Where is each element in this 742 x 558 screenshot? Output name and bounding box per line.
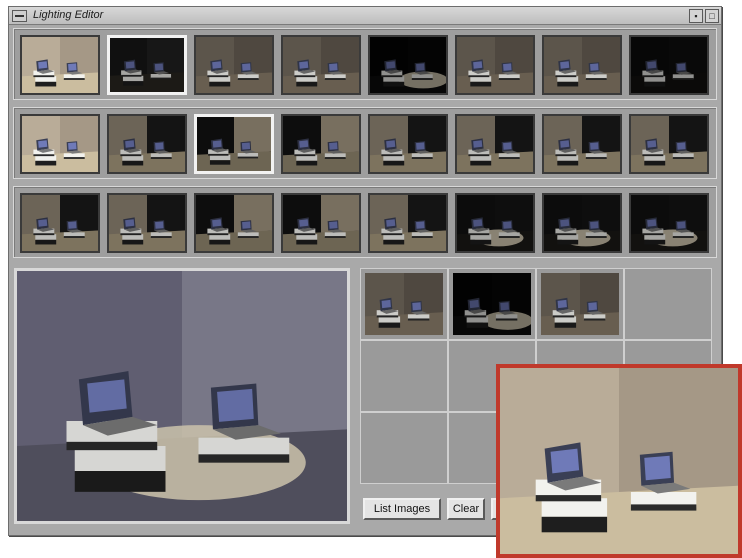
lighting-thumbnail[interactable] <box>20 35 100 95</box>
lighting-thumbnail[interactable] <box>542 193 622 253</box>
window-title: Lighting Editor <box>33 9 104 21</box>
lighting-thumbnail[interactable] <box>281 114 361 174</box>
lighting-thumbnail[interactable] <box>542 35 622 95</box>
lighting-thumbnail[interactable] <box>629 35 709 95</box>
list-images-button[interactable]: List Images <box>363 498 441 520</box>
main-preview-image <box>14 268 350 524</box>
lighting-thumbnail[interactable] <box>455 193 535 253</box>
clear-button[interactable]: Clear <box>447 498 485 520</box>
palette-image[interactable] <box>448 268 536 340</box>
palette-empty-slot[interactable] <box>624 268 712 340</box>
lighting-thumbnail[interactable] <box>107 193 187 253</box>
lighting-thumbnail[interactable] <box>368 35 448 95</box>
lighting-thumbnail[interactable] <box>455 35 535 95</box>
lighting-thumbnail[interactable] <box>368 193 448 253</box>
lighting-thumbnail[interactable] <box>194 114 274 174</box>
lighting-thumbnail[interactable] <box>455 114 535 174</box>
thumbnail-row-1 <box>13 28 717 100</box>
lighting-thumbnail[interactable] <box>629 114 709 174</box>
palette-empty-slot[interactable] <box>360 340 448 412</box>
title-bar[interactable]: Lighting Editor ▪ □ <box>9 7 721 25</box>
lighting-thumbnail[interactable] <box>194 35 274 95</box>
lighting-thumbnail[interactable] <box>20 193 100 253</box>
lighting-thumbnail[interactable] <box>629 193 709 253</box>
lighting-thumbnail[interactable] <box>281 35 361 95</box>
palette-empty-slot[interactable] <box>360 412 448 484</box>
window-menu-icon[interactable] <box>12 10 27 22</box>
thumbnail-row-2 <box>13 107 717 179</box>
lighting-thumbnail[interactable] <box>194 193 274 253</box>
lighting-thumbnail[interactable] <box>281 193 361 253</box>
thumbnail-row-3 <box>13 186 717 258</box>
palette-image[interactable] <box>536 268 624 340</box>
lighting-thumbnail[interactable] <box>20 114 100 174</box>
lighting-thumbnail[interactable] <box>542 114 622 174</box>
lighting-thumbnail[interactable] <box>107 114 187 174</box>
minimize-icon[interactable]: ▪ <box>689 9 703 23</box>
lighting-thumbnail[interactable] <box>107 35 187 95</box>
rendered-inset-image <box>496 364 742 558</box>
lighting-thumbnail[interactable] <box>368 114 448 174</box>
maximize-icon[interactable]: □ <box>705 9 719 23</box>
palette-image[interactable] <box>360 268 448 340</box>
